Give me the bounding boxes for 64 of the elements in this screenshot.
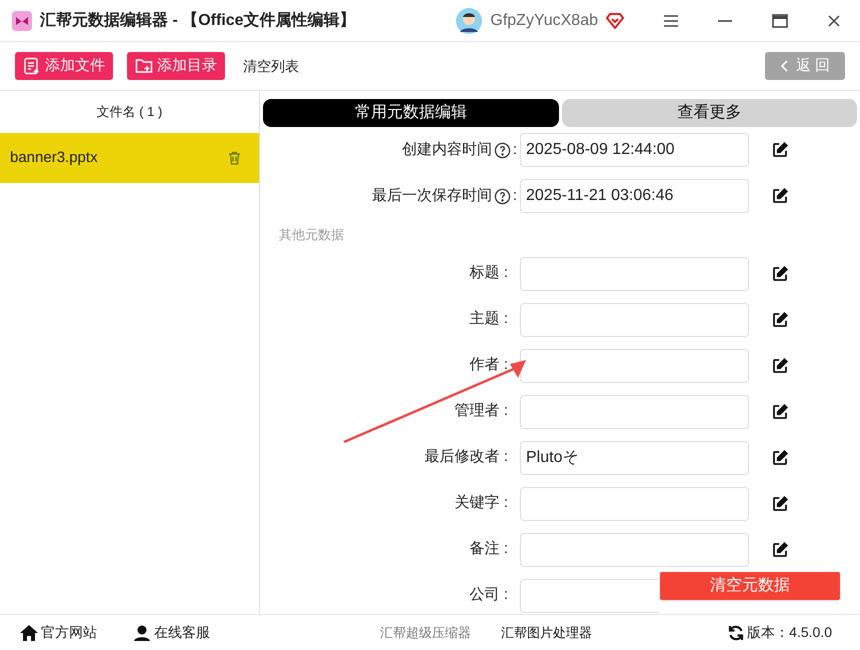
file-add-icon xyxy=(23,57,41,75)
edit-icon[interactable] xyxy=(771,448,789,466)
add-button[interactable]: 添加文件 xyxy=(15,52,113,80)
colon: : xyxy=(512,186,517,206)
field-label: 创建内容时间 xyxy=(402,140,492,160)
edit-icon[interactable] xyxy=(771,540,789,558)
input-field[interactable] xyxy=(520,394,749,428)
home-icon xyxy=(20,624,38,640)
input-field[interactable] xyxy=(520,532,749,566)
version-text: 版本：4.5.0.0 xyxy=(747,623,832,642)
status-link[interactable]: 在线客服 xyxy=(133,622,210,643)
tab[interactable]: 常用元数据编辑 xyxy=(263,99,558,127)
input-field[interactable] xyxy=(520,578,659,612)
close-icon[interactable] xyxy=(828,14,840,26)
product-link[interactable]: 汇帮超级压缩器 xyxy=(380,622,471,642)
field-label: 作者 : xyxy=(470,355,508,376)
file-list-header: 文件名 ( 1 ) xyxy=(96,103,164,122)
menu-icon[interactable] xyxy=(664,14,678,26)
status-link[interactable]: 官方网站 xyxy=(20,622,97,643)
maximize-icon[interactable] xyxy=(772,14,788,28)
field-label: 主题 : xyxy=(470,309,508,330)
clear-metadata-button[interactable]: 清空元数据 xyxy=(660,572,840,600)
trash-icon[interactable] xyxy=(228,151,241,165)
help-icon[interactable] xyxy=(494,142,511,158)
product-link[interactable]: 汇帮图片处理器 xyxy=(501,622,592,642)
edit-icon[interactable] xyxy=(771,494,789,512)
field-label: 标题 : xyxy=(470,263,508,284)
clear-list-button[interactable]: 清空列表 xyxy=(239,56,303,76)
edit-icon[interactable] xyxy=(771,264,789,282)
edit-icon[interactable] xyxy=(771,141,789,159)
field-label: 最后一次保存时间 xyxy=(372,186,492,206)
field-label: 公司 : xyxy=(470,585,508,606)
window-title: 汇帮元数据编辑器 - 【Office文件属性编辑】 xyxy=(40,10,356,30)
edit-icon[interactable] xyxy=(771,310,789,328)
input-field[interactable]: 2025-11-21 03:06:46 xyxy=(520,179,749,213)
file-name: banner3.pptx xyxy=(10,148,98,168)
folder-add-icon xyxy=(135,57,153,75)
section-title: 其他元数据 xyxy=(279,226,345,244)
vip-diamond-icon xyxy=(606,12,624,28)
field-label: 管理者 : xyxy=(454,401,508,422)
username: GfpZyYucX8ab xyxy=(490,10,598,30)
help-icon[interactable] xyxy=(494,188,511,204)
input-field[interactable]: Plutoそ xyxy=(520,440,749,474)
field-label: 关键字 : xyxy=(454,493,508,514)
edit-icon[interactable] xyxy=(771,402,789,420)
input-field[interactable] xyxy=(520,486,749,520)
person-icon xyxy=(133,624,151,640)
avatar-icon[interactable] xyxy=(456,8,482,34)
edit-icon[interactable] xyxy=(771,187,789,205)
input-field[interactable] xyxy=(520,348,749,382)
chevron-left-icon xyxy=(780,60,788,72)
refresh-icon[interactable] xyxy=(728,624,744,640)
input-field[interactable] xyxy=(520,256,749,290)
file-row[interactable]: banner3.pptx xyxy=(0,133,259,183)
app-logo-icon xyxy=(12,10,32,30)
field-label: 备注 : xyxy=(470,539,508,560)
minimize-icon[interactable] xyxy=(718,20,732,22)
colon: : xyxy=(512,140,517,160)
add-button[interactable]: 添加目录 xyxy=(127,52,225,80)
input-field[interactable]: 2025-08-09 12:44:00 xyxy=(520,133,749,167)
field-label: 最后修改者 : xyxy=(424,447,508,468)
edit-icon[interactable] xyxy=(771,356,789,374)
input-field[interactable] xyxy=(520,302,749,336)
tab[interactable]: 查看更多 xyxy=(562,99,857,127)
